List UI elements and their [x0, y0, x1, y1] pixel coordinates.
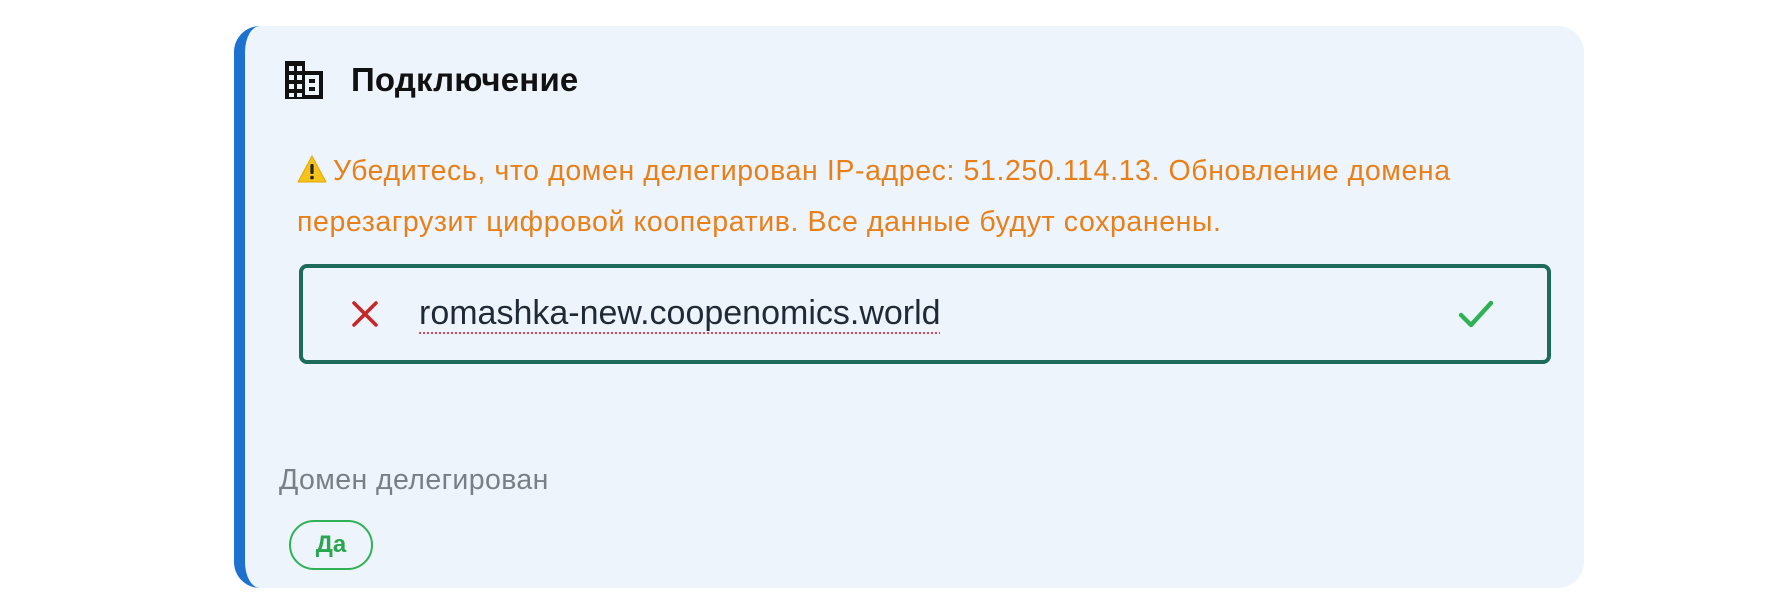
delegated-label: Домен делегирован: [279, 464, 549, 496]
warning-icon: [297, 149, 327, 183]
warning-text: Убедитесь, что домен делегирован IP-адре…: [297, 155, 1451, 238]
card-title: Подключение: [351, 61, 579, 98]
warning-message: Убедитесь, что домен делегирован IP-адре…: [297, 146, 1577, 248]
connection-card: Подключение Убедитесь, что домен делегир…: [234, 26, 1584, 588]
check-icon[interactable]: [1455, 294, 1497, 334]
domain-input[interactable]: romashka-new.coopenomics.world: [419, 288, 941, 338]
close-icon[interactable]: [347, 296, 383, 332]
domain-field[interactable]: romashka-new.coopenomics.world: [299, 264, 1551, 364]
card-header: Подключение: [283, 56, 578, 104]
status-badge: Да: [289, 520, 373, 570]
building-icon: [283, 59, 325, 101]
